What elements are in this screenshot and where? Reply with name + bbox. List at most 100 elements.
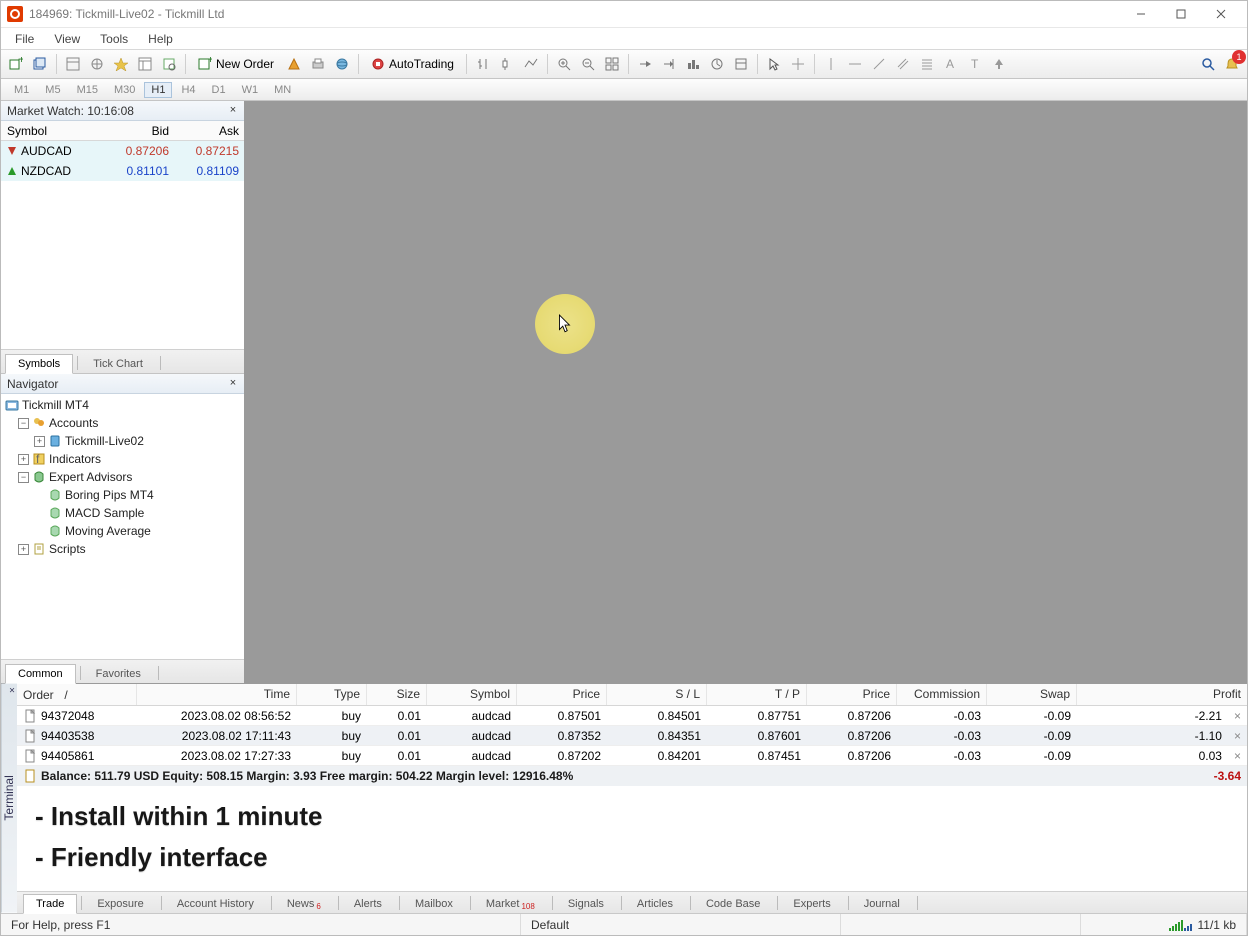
tab-common[interactable]: Common bbox=[5, 664, 76, 684]
terminal-tab-code-base[interactable]: Code Base bbox=[693, 894, 773, 913]
search-icon[interactable] bbox=[1197, 53, 1219, 75]
terminal-tab-exposure[interactable]: Exposure bbox=[84, 894, 156, 913]
col-type[interactable]: Type bbox=[297, 684, 367, 705]
col-price[interactable]: Price bbox=[517, 684, 607, 705]
menu-view[interactable]: View bbox=[44, 30, 90, 48]
terminal-tab-market[interactable]: Market108 bbox=[473, 894, 548, 913]
tree-ea-item[interactable]: MACD Sample bbox=[5, 504, 240, 522]
chart-area[interactable] bbox=[245, 101, 1247, 683]
maximize-button[interactable] bbox=[1161, 1, 1201, 27]
order-row[interactable]: 944058612023.08.02 17:27:33buy0.01audcad… bbox=[17, 746, 1247, 766]
expand-icon[interactable]: + bbox=[34, 436, 45, 447]
crosshair-icon[interactable] bbox=[787, 53, 809, 75]
zoom-in-icon[interactable] bbox=[553, 53, 575, 75]
close-order-icon[interactable]: × bbox=[1228, 709, 1247, 723]
arrows-icon[interactable] bbox=[988, 53, 1010, 75]
market-watch-icon[interactable] bbox=[62, 53, 84, 75]
navigator-icon[interactable] bbox=[86, 53, 108, 75]
line-chart-icon[interactable] bbox=[520, 53, 542, 75]
timeframe-h4[interactable]: H4 bbox=[174, 82, 202, 98]
terminal-tab-articles[interactable]: Articles bbox=[624, 894, 686, 913]
tile-icon[interactable] bbox=[601, 53, 623, 75]
order-row[interactable]: 944035382023.08.02 17:11:43buy0.01audcad… bbox=[17, 726, 1247, 746]
print-icon[interactable] bbox=[307, 53, 329, 75]
terminal-tab-mailbox[interactable]: Mailbox bbox=[402, 894, 466, 913]
collapse-icon[interactable]: − bbox=[18, 472, 29, 483]
tree-root[interactable]: Tickmill MT4 bbox=[5, 396, 240, 414]
timeframe-m5[interactable]: M5 bbox=[38, 82, 67, 98]
terminal-tab-journal[interactable]: Journal bbox=[851, 894, 913, 913]
market-watch-header[interactable]: Market Watch: 10:16:08 × bbox=[1, 101, 244, 121]
autoscroll-icon[interactable] bbox=[634, 53, 656, 75]
timeframe-h1[interactable]: H1 bbox=[144, 82, 172, 98]
globe-icon[interactable] bbox=[331, 53, 353, 75]
timeframe-mn[interactable]: MN bbox=[267, 82, 298, 98]
timeframe-m15[interactable]: M15 bbox=[70, 82, 105, 98]
col-order[interactable]: Order / bbox=[17, 684, 137, 705]
hline-icon[interactable] bbox=[844, 53, 866, 75]
tree-indicators[interactable]: +fIndicators bbox=[5, 450, 240, 468]
tab-favorites[interactable]: Favorites bbox=[83, 664, 154, 683]
close-button[interactable] bbox=[1201, 1, 1241, 27]
tab-symbols[interactable]: Symbols bbox=[5, 354, 73, 374]
collapse-icon[interactable]: − bbox=[18, 418, 29, 429]
col-sl[interactable]: S / L bbox=[607, 684, 707, 705]
trendline-icon[interactable] bbox=[868, 53, 890, 75]
terminal-tab-news[interactable]: News6 bbox=[274, 894, 334, 913]
zoom-out-icon[interactable] bbox=[577, 53, 599, 75]
col-tp[interactable]: T / P bbox=[707, 684, 807, 705]
status-profile[interactable]: Default bbox=[521, 914, 841, 935]
expand-icon[interactable]: + bbox=[18, 544, 29, 555]
col-time[interactable]: Time bbox=[137, 684, 297, 705]
menu-help[interactable]: Help bbox=[138, 30, 183, 48]
menu-tools[interactable]: Tools bbox=[90, 30, 138, 48]
tab-tick-chart[interactable]: Tick Chart bbox=[80, 354, 156, 373]
alerts-bell-icon[interactable]: 1 bbox=[1221, 53, 1243, 75]
equidistant-icon[interactable] bbox=[892, 53, 914, 75]
tree-ea-item[interactable]: Moving Average bbox=[5, 522, 240, 540]
col-ask[interactable]: Ask bbox=[175, 124, 245, 138]
menu-file[interactable]: File bbox=[5, 30, 44, 48]
col-symbol[interactable]: Symbol bbox=[427, 684, 517, 705]
market-watch-row[interactable]: AUDCAD0.872060.87215 bbox=[1, 141, 244, 161]
terminal-side-label[interactable]: Terminal × bbox=[1, 684, 17, 913]
candlesticks-icon[interactable] bbox=[496, 53, 518, 75]
terminal-close-icon[interactable]: × bbox=[9, 686, 15, 697]
market-watch-close-icon[interactable]: × bbox=[226, 103, 240, 117]
bars-icon[interactable] bbox=[472, 53, 494, 75]
new-chart-icon[interactable]: + bbox=[5, 53, 27, 75]
col-swap[interactable]: Swap bbox=[987, 684, 1077, 705]
fibonacci-icon[interactable] bbox=[916, 53, 938, 75]
chart-shift-icon[interactable] bbox=[658, 53, 680, 75]
tree-account-item[interactable]: +Tickmill-Live02 bbox=[5, 432, 240, 450]
terminal-tab-account-history[interactable]: Account History bbox=[164, 894, 267, 913]
metaquotes-icon[interactable] bbox=[283, 53, 305, 75]
tree-accounts[interactable]: −Accounts bbox=[5, 414, 240, 432]
terminal-tab-alerts[interactable]: Alerts bbox=[341, 894, 395, 913]
periods-icon[interactable] bbox=[706, 53, 728, 75]
tree-ea-item[interactable]: Boring Pips MT4 bbox=[5, 486, 240, 504]
data-window-icon[interactable] bbox=[134, 53, 156, 75]
close-order-icon[interactable]: × bbox=[1228, 729, 1247, 743]
col-symbol[interactable]: Symbol bbox=[1, 124, 105, 138]
status-connection[interactable]: 11/1 kb bbox=[1159, 914, 1247, 935]
text-icon[interactable]: T bbox=[964, 53, 986, 75]
indicators-icon[interactable] bbox=[682, 53, 704, 75]
col-bid[interactable]: Bid bbox=[105, 124, 175, 138]
terminal-tab-trade[interactable]: Trade bbox=[23, 894, 77, 914]
tree-scripts[interactable]: +Scripts bbox=[5, 540, 240, 558]
col-size[interactable]: Size bbox=[367, 684, 427, 705]
col-commission[interactable]: Commission bbox=[897, 684, 987, 705]
navigator-header[interactable]: Navigator × bbox=[1, 374, 244, 394]
templates-icon[interactable] bbox=[730, 53, 752, 75]
minimize-button[interactable] bbox=[1121, 1, 1161, 27]
col-price2[interactable]: Price bbox=[807, 684, 897, 705]
close-order-icon[interactable]: × bbox=[1228, 749, 1247, 763]
timeframe-w1[interactable]: W1 bbox=[235, 82, 266, 98]
terminal-icon[interactable] bbox=[110, 53, 132, 75]
text-label-icon[interactable]: A bbox=[940, 53, 962, 75]
profiles-icon[interactable] bbox=[29, 53, 51, 75]
timeframe-m30[interactable]: M30 bbox=[107, 82, 142, 98]
timeframe-m1[interactable]: M1 bbox=[7, 82, 36, 98]
cursor-icon[interactable] bbox=[763, 53, 785, 75]
